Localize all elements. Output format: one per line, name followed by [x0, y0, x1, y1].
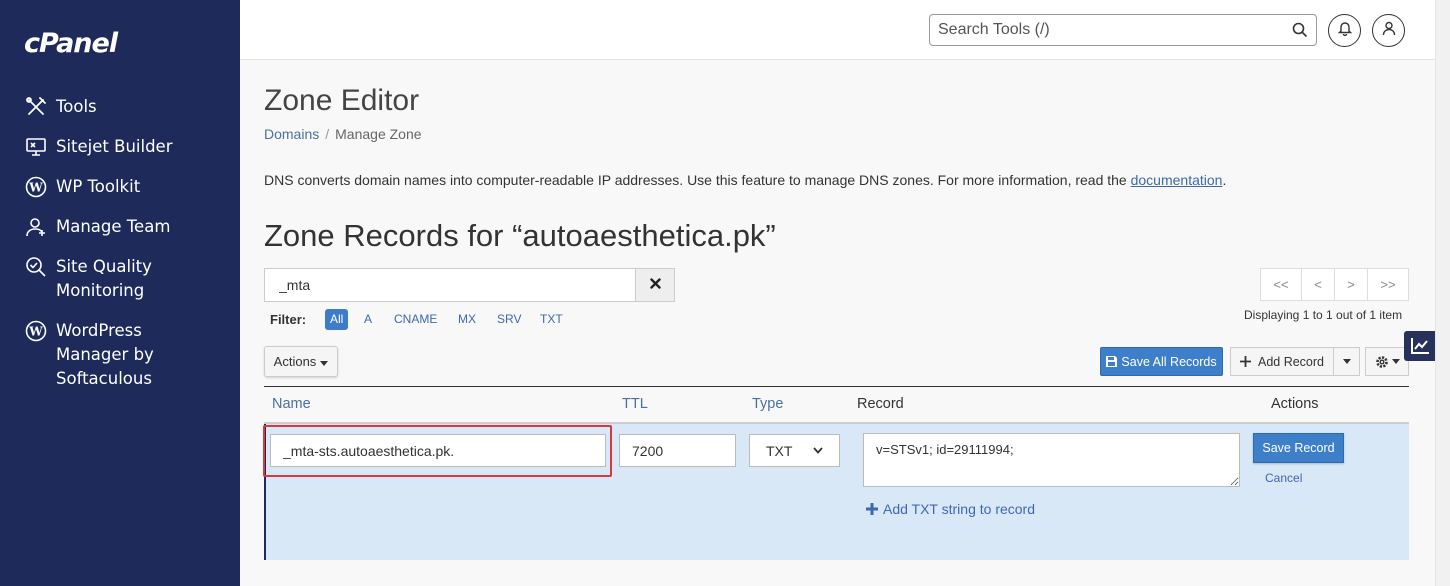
add-record-button[interactable]: Add Record — [1230, 347, 1334, 376]
sidebar-item-tools[interactable]: Tools — [24, 95, 231, 119]
zone-records-title: Zone Records for “autoaesthetica.pk” — [264, 218, 776, 253]
tools-icon — [24, 95, 48, 119]
cpanel-logo[interactable]: cPanel — [24, 28, 118, 59]
prev-page-button[interactable]: < — [1301, 268, 1335, 301]
column-header-actions: Actions — [1271, 396, 1319, 412]
next-page-button[interactable]: > — [1334, 268, 1368, 301]
filter-cname[interactable]: CNAME — [389, 309, 442, 330]
page-title: Zone Editor — [264, 84, 420, 117]
sidebar-item-site-quality-monitoring[interactable]: Site Quality Monitoring — [24, 255, 231, 303]
intro-text-end: . — [1222, 172, 1227, 188]
record-value-textarea[interactable]: v=STSv1; id=29111994; — [863, 433, 1240, 487]
pagination-info: Displaying 1 to 1 out of 1 item — [1244, 308, 1403, 322]
save-all-label: Save All Records — [1121, 354, 1217, 369]
manage-team-icon — [24, 215, 48, 239]
intro-text: DNS converts domain names into computer-… — [264, 172, 1226, 188]
clear-filter-button[interactable] — [635, 268, 675, 302]
search-icon[interactable] — [1292, 22, 1308, 38]
sitejet-builder-icon — [24, 135, 48, 159]
svg-text:W: W — [28, 181, 43, 195]
add-record-dropdown-toggle[interactable] — [1334, 347, 1360, 376]
filter-srv[interactable]: SRV — [492, 309, 526, 330]
filter-input[interactable] — [264, 268, 636, 302]
column-header-name[interactable]: Name — [272, 396, 311, 412]
caret-down-icon — [1342, 359, 1351, 364]
sidebar-item-label: WordPress Manager by Softaculous — [56, 321, 154, 388]
table-top-border — [264, 386, 1409, 387]
save-all-records-button[interactable]: Save All Records — [1100, 347, 1223, 376]
search-box[interactable] — [929, 14, 1317, 46]
chevron-down-icon — [813, 447, 823, 454]
first-page-button[interactable]: << — [1260, 268, 1302, 301]
cancel-link[interactable]: Cancel — [1265, 471, 1302, 485]
breadcrumb-current: Manage Zone — [335, 126, 422, 142]
sidebar-item-wp-toolkit[interactable]: W WP Toolkit — [24, 175, 231, 199]
record-type-value: TXT — [766, 442, 793, 459]
record-type-select[interactable]: TXT — [749, 434, 840, 467]
breadcrumb: Domains / Manage Zone — [264, 126, 422, 142]
filter-a[interactable]: A — [359, 309, 377, 330]
page-scrollbar[interactable] — [1435, 0, 1450, 586]
add-record-label: Add Record — [1257, 354, 1324, 369]
intro-text-body: DNS converts domain names into computer-… — [264, 172, 1127, 188]
add-txt-label: Add TXT string to record — [883, 501, 1035, 517]
breadcrumb-separator: / — [325, 126, 330, 142]
bell-icon — [1337, 21, 1352, 41]
chart-icon — [1410, 337, 1430, 355]
sidebar-item-label: Site Quality Monitoring — [56, 257, 152, 300]
caret-down-icon — [320, 354, 329, 369]
column-header-ttl[interactable]: TTL — [622, 396, 648, 412]
caret-down-icon — [1391, 359, 1400, 364]
stats-panel-toggle[interactable] — [1404, 331, 1435, 361]
last-page-button[interactable]: >> — [1367, 268, 1409, 301]
record-ttl-input[interactable] — [619, 434, 736, 467]
sidebar-item-sitejet-builder[interactable]: Sitejet Builder — [24, 135, 231, 159]
close-icon — [649, 276, 661, 294]
settings-dropdown-button[interactable] — [1365, 347, 1409, 376]
filter-label: Filter: — [270, 312, 307, 327]
breadcrumb-domains-link[interactable]: Domains — [264, 126, 319, 142]
record-name-input[interactable] — [270, 434, 606, 467]
sidebar-item-manage-team[interactable]: Manage Team — [24, 215, 231, 239]
documentation-link[interactable]: documentation — [1131, 172, 1223, 188]
filter-txt[interactable]: TXT — [535, 309, 568, 330]
sidebar-item-label: Sitejet Builder — [56, 137, 173, 156]
sidebar-item-wordpress-manager[interactable]: W WordPress Manager by Softaculous — [24, 319, 186, 391]
plus-icon — [1239, 356, 1251, 367]
sidebar-item-label: WP Toolkit — [56, 177, 141, 196]
wordpress-icon: W — [24, 319, 48, 343]
user-icon — [1382, 21, 1396, 41]
gear-icon — [1375, 355, 1389, 369]
user-menu-button[interactable] — [1372, 14, 1405, 47]
add-txt-string-link[interactable]: Add TXT string to record — [866, 501, 1035, 517]
filter-mx[interactable]: MX — [453, 309, 481, 330]
notifications-button[interactable] — [1328, 14, 1361, 47]
sidebar-item-label: Manage Team — [56, 217, 171, 236]
search-input[interactable] — [930, 15, 1270, 45]
filter-all[interactable]: All — [325, 309, 349, 330]
svg-text:W: W — [28, 325, 43, 339]
actions-label: Actions — [273, 354, 317, 369]
sidebar-item-label: Tools — [56, 97, 97, 116]
site-quality-icon — [24, 255, 48, 279]
plus-icon — [866, 503, 878, 515]
topbar — [240, 0, 1435, 60]
actions-dropdown-button[interactable]: Actions — [264, 346, 338, 377]
column-header-record: Record — [857, 396, 904, 412]
sidebar: cPanel Tools Sitejet Builder W WP Toolki… — [0, 0, 240, 586]
wordpress-icon: W — [24, 175, 48, 199]
save-icon — [1106, 356, 1118, 367]
column-header-type[interactable]: Type — [752, 396, 783, 412]
save-record-button[interactable]: Save Record — [1253, 433, 1344, 463]
